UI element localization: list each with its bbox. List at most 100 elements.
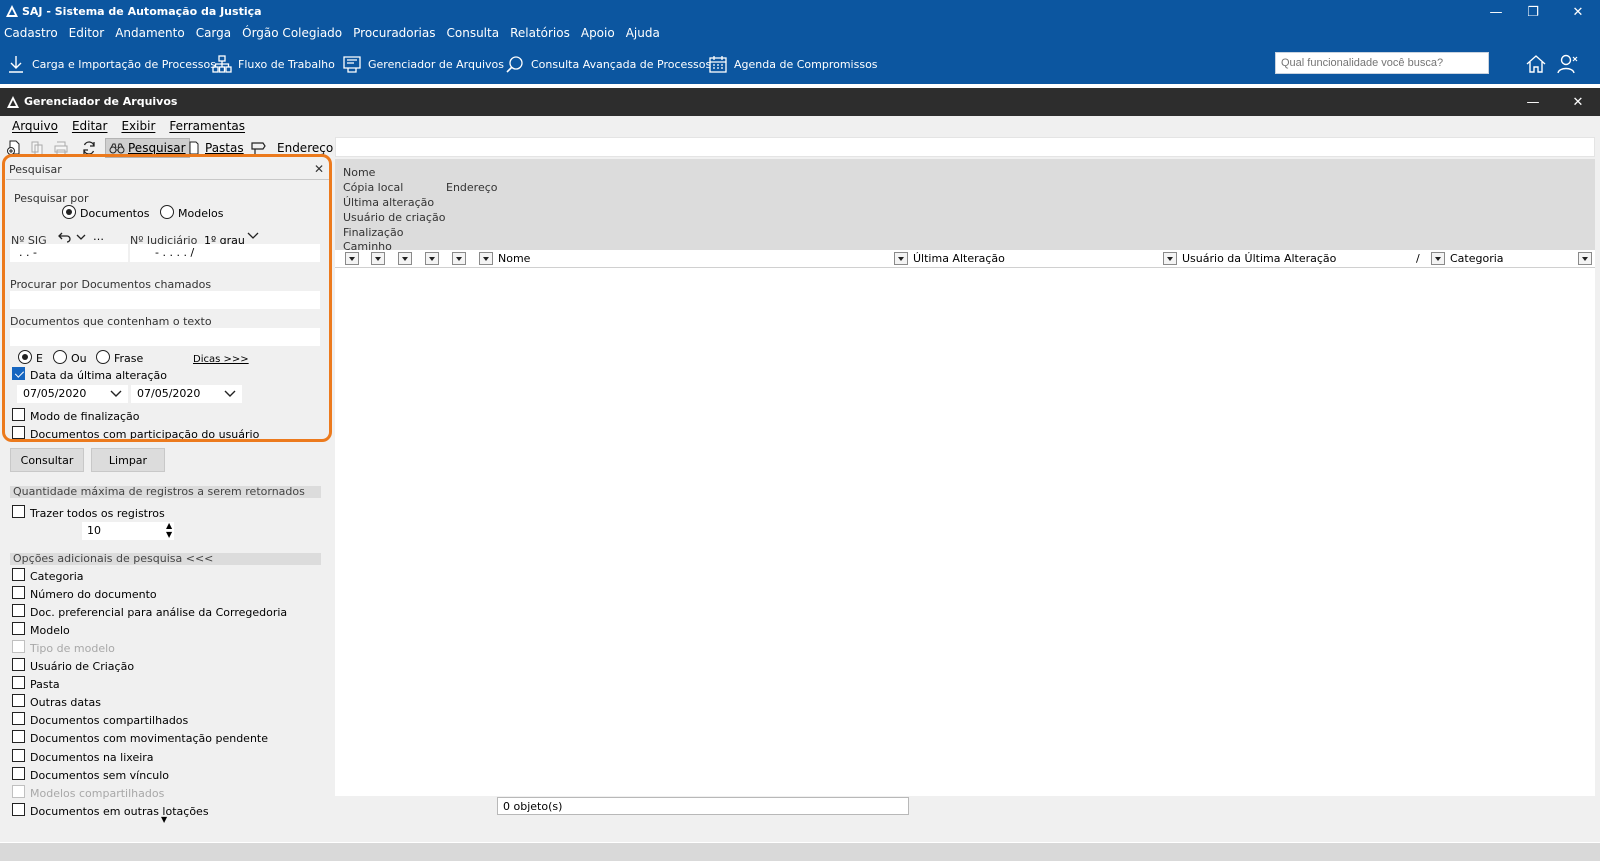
chevron-down-icon[interactable] — [76, 233, 86, 241]
refresh-button[interactable] — [81, 138, 97, 158]
address-input[interactable] — [335, 137, 1595, 157]
extra-option-checkbox[interactable] — [12, 767, 25, 780]
column-categoria[interactable]: Categoria — [1450, 252, 1504, 265]
menu-relatorios[interactable]: Relatórios — [510, 24, 570, 44]
extra-option-label: Número do documento — [30, 588, 157, 601]
extra-option-checkbox[interactable] — [12, 604, 25, 617]
spinner-down-icon[interactable]: ▼ — [166, 530, 172, 539]
dicas-link[interactable]: Dicas >>> — [193, 354, 249, 365]
extra-options-section[interactable]: Opções adicionais de pesquisa <<< — [10, 553, 321, 565]
radio-ou[interactable] — [53, 350, 67, 364]
undo-icon[interactable] — [58, 231, 72, 243]
radio-documentos[interactable] — [62, 205, 76, 219]
object-count: 0 objeto(s) — [497, 797, 909, 815]
extra-option-checkbox[interactable] — [12, 730, 25, 743]
gerenciador-arquivos-button[interactable]: Gerenciador de Arquivos — [342, 52, 504, 76]
menu-ferramentas[interactable]: Ferramentas — [169, 119, 245, 137]
menu-andamento[interactable]: Andamento — [115, 24, 185, 44]
filter-dropdown-icon[interactable] — [371, 252, 385, 265]
copy-button[interactable] — [29, 138, 45, 158]
menu-arquivo[interactable]: Arquivo — [12, 119, 58, 137]
extra-option-checkbox[interactable] — [12, 712, 25, 725]
menu-cadastro[interactable]: Cadastro — [4, 24, 58, 44]
extra-option-checkbox[interactable] — [12, 749, 25, 762]
results-grid[interactable] — [335, 268, 1595, 796]
docs-text-input[interactable] — [10, 328, 320, 346]
sig-input[interactable]: . . - — [10, 244, 128, 262]
more-icon[interactable]: … — [93, 230, 104, 243]
pastas-button[interactable]: Pastas — [186, 138, 244, 158]
consulta-avancada-button[interactable]: Consulta Avançada de Processos — [505, 52, 711, 76]
date-last-change-label: Data da última alteração — [30, 369, 167, 382]
print-button[interactable] — [53, 138, 69, 158]
filter-dropdown-icon[interactable] — [1431, 252, 1445, 265]
filter-dropdown-icon[interactable] — [425, 252, 439, 265]
new-document-button[interactable] — [6, 138, 22, 158]
column-ultima-alteracao[interactable]: Última Alteração — [913, 252, 1005, 265]
menu-ajuda[interactable]: Ajuda — [626, 24, 660, 44]
consultar-button[interactable]: Consultar — [10, 448, 84, 472]
column-nome[interactable]: Nome — [498, 252, 530, 265]
judicial-number-input[interactable]: - . . . . / — [130, 244, 320, 262]
filter-dropdown-icon[interactable] — [1163, 252, 1177, 265]
radio-frase[interactable] — [96, 350, 110, 364]
print-icon — [54, 141, 68, 156]
limpar-button[interactable]: Limpar — [91, 448, 165, 472]
close-icon[interactable]: ✕ — [1562, 2, 1594, 22]
close-search-panel-icon[interactable]: ✕ — [312, 162, 326, 176]
app-header: SAJ - Sistema de Automação da Justiça — … — [0, 0, 1600, 84]
date-last-change-checkbox[interactable] — [12, 367, 25, 380]
menu-carga[interactable]: Carga — [196, 24, 231, 44]
extra-option-checkbox[interactable] — [12, 658, 25, 671]
menu-editar[interactable]: Editar — [72, 119, 108, 137]
filter-dropdown-icon[interactable] — [345, 252, 359, 265]
filter-dropdown-icon[interactable] — [398, 252, 412, 265]
spinner-up-icon[interactable]: ▲ — [166, 521, 172, 530]
menu-editor[interactable]: Editor — [69, 24, 105, 44]
extra-option-checkbox[interactable] — [12, 803, 25, 816]
agenda-compromissos-button[interactable]: Agenda de Compromissos — [708, 52, 878, 76]
functionality-search-input[interactable] — [1275, 52, 1489, 74]
minimize-icon[interactable]: — — [1517, 92, 1549, 112]
filter-dropdown-icon[interactable] — [1578, 252, 1592, 265]
user-icon[interactable] — [1556, 52, 1580, 76]
extra-option-checkbox[interactable] — [12, 676, 25, 689]
max-records-spinner[interactable]: 10 — [82, 522, 174, 540]
extra-option-checkbox[interactable] — [12, 694, 25, 707]
carga-importacao-label: Carga e Importação de Processos — [32, 57, 216, 71]
minimize-icon[interactable]: — — [1480, 2, 1512, 22]
extra-option-checkbox[interactable] — [12, 622, 25, 635]
menu-procuradorias[interactable]: Procuradorias — [353, 24, 435, 44]
extra-option-checkbox[interactable] — [12, 568, 25, 581]
menu-apoio[interactable]: Apoio — [581, 24, 615, 44]
filter-dropdown-icon[interactable] — [894, 252, 908, 265]
menu-exibir[interactable]: Exibir — [121, 119, 155, 137]
pesquisar-button[interactable]: Pesquisar — [105, 138, 190, 158]
grau-chevron-down-icon[interactable] — [247, 231, 259, 240]
sort-marker: / — [1416, 252, 1420, 265]
home-icon[interactable] — [1524, 52, 1548, 76]
column-usuario[interactable]: Usuário da Última Alteração — [1182, 252, 1336, 265]
docs-called-input[interactable] — [10, 291, 320, 309]
filter-dropdown-icon[interactable] — [452, 252, 466, 265]
scroll-down-icon[interactable]: ▼ — [161, 815, 167, 824]
radio-ou-label: Ou — [71, 352, 87, 365]
date-from-chevron-down-icon[interactable] — [110, 389, 122, 398]
mode-finalizacao-checkbox[interactable] — [12, 408, 25, 421]
extra-option-checkbox[interactable] — [12, 586, 25, 599]
endereco-button[interactable]: Endereço — [250, 138, 333, 158]
menu-orgao-colegiado[interactable]: Órgão Colegiado — [242, 24, 342, 44]
filter-dropdown-icon[interactable] — [479, 252, 493, 265]
all-records-label: Trazer todos os registros — [30, 507, 165, 520]
carga-importacao-button[interactable]: Carga e Importação de Processos — [6, 52, 216, 76]
date-to-chevron-down-icon[interactable] — [224, 389, 236, 398]
docs-participacao-checkbox[interactable] — [12, 426, 25, 439]
fluxo-trabalho-button[interactable]: Fluxo de Trabalho — [212, 52, 335, 76]
radio-e[interactable] — [18, 350, 32, 364]
radio-modelos[interactable] — [160, 205, 174, 219]
all-records-checkbox[interactable] — [12, 505, 25, 518]
restore-icon[interactable]: ❐ — [1517, 2, 1549, 22]
close-icon[interactable]: ✕ — [1562, 92, 1594, 112]
menu-consulta[interactable]: Consulta — [447, 24, 500, 44]
search-panel-header: Pesquisar ✕ — [6, 160, 329, 180]
